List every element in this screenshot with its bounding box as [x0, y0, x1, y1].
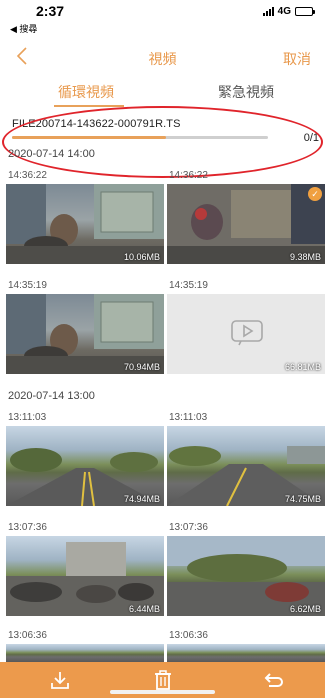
video-placeholder-icon — [231, 320, 263, 346]
nav-bar: 視頻 取消 — [0, 40, 325, 76]
clip-time: 13:06:36 — [8, 630, 47, 641]
tab-bar: 循環視頻 緊急視頻 — [0, 76, 325, 108]
video-thumbnail[interactable] — [167, 644, 325, 662]
tab-loop-videos[interactable]: 循環視頻 — [58, 82, 114, 102]
clip-size: 6.62MB — [289, 604, 321, 614]
download-icon[interactable] — [48, 668, 72, 692]
clip-size: 66.81MB — [284, 362, 321, 372]
video-thumbnail[interactable]: 6.62MB — [167, 536, 325, 616]
video-thumbnail[interactable]: 74.94MB — [6, 426, 164, 506]
signal-icon — [262, 7, 274, 16]
clip-time: 13:11:03 — [169, 412, 208, 423]
page-title: 視頻 — [148, 51, 177, 67]
download-progress-fill — [12, 136, 166, 139]
home-indicator — [110, 690, 215, 694]
tab-emergency-videos[interactable]: 緊急視頻 — [218, 82, 274, 102]
clip-size: 9.38MB — [289, 252, 321, 262]
clip-size: 6.44MB — [128, 604, 160, 614]
section-date: 2020-07-14 13:00 — [8, 390, 95, 402]
status-bar: 2:37 ◀ 搜尋 4G — [0, 0, 325, 40]
clip-size: 74.94MB — [123, 494, 160, 504]
video-thumbnail[interactable]: ✓ 9.38MB — [167, 184, 325, 264]
video-thumbnail[interactable]: 66.81MB — [167, 294, 325, 374]
status-time: 2:37 — [36, 3, 65, 19]
cancel-button[interactable]: 取消 — [283, 49, 311, 69]
clip-time: 13:11:03 — [8, 412, 47, 423]
video-thumbnail[interactable]: 10.06MB — [6, 184, 164, 264]
back-to-app-link[interactable]: ◀ 搜尋 — [10, 22, 37, 35]
download-progress-bar — [12, 136, 268, 139]
clip-time: 14:35:19 — [8, 280, 47, 291]
clip-time: 14:35:19 — [169, 280, 208, 291]
download-filename: FILE200714-143622-000791R.TS — [12, 118, 181, 130]
clip-size: 70.94MB — [123, 362, 160, 372]
clip-time: 13:07:36 — [169, 522, 208, 533]
clip-time: 13:06:36 — [169, 630, 208, 641]
clip-time: 14:36:22 — [8, 170, 47, 181]
status-indicators: 4G — [262, 6, 315, 17]
battery-icon — [295, 7, 315, 16]
clip-size: 74.75MB — [284, 494, 321, 504]
clip-size: 10.06MB — [123, 252, 160, 262]
video-thumbnail[interactable] — [6, 644, 164, 662]
clip-time: 14:36:22 — [169, 170, 208, 181]
video-thumbnail[interactable]: 74.75MB — [167, 426, 325, 506]
download-count: 0/1 — [303, 132, 319, 144]
undo-icon[interactable] — [262, 668, 286, 692]
video-thumbnail[interactable]: 6.44MB — [6, 536, 164, 616]
network-label: 4G — [277, 6, 291, 17]
trash-icon[interactable] — [151, 668, 175, 692]
video-thumbnail[interactable]: 70.94MB — [6, 294, 164, 374]
active-tab-indicator — [54, 105, 124, 107]
section-date: 2020-07-14 14:00 — [8, 148, 95, 160]
selected-check-icon[interactable]: ✓ — [308, 187, 322, 201]
clip-time: 13:07:36 — [8, 522, 47, 533]
